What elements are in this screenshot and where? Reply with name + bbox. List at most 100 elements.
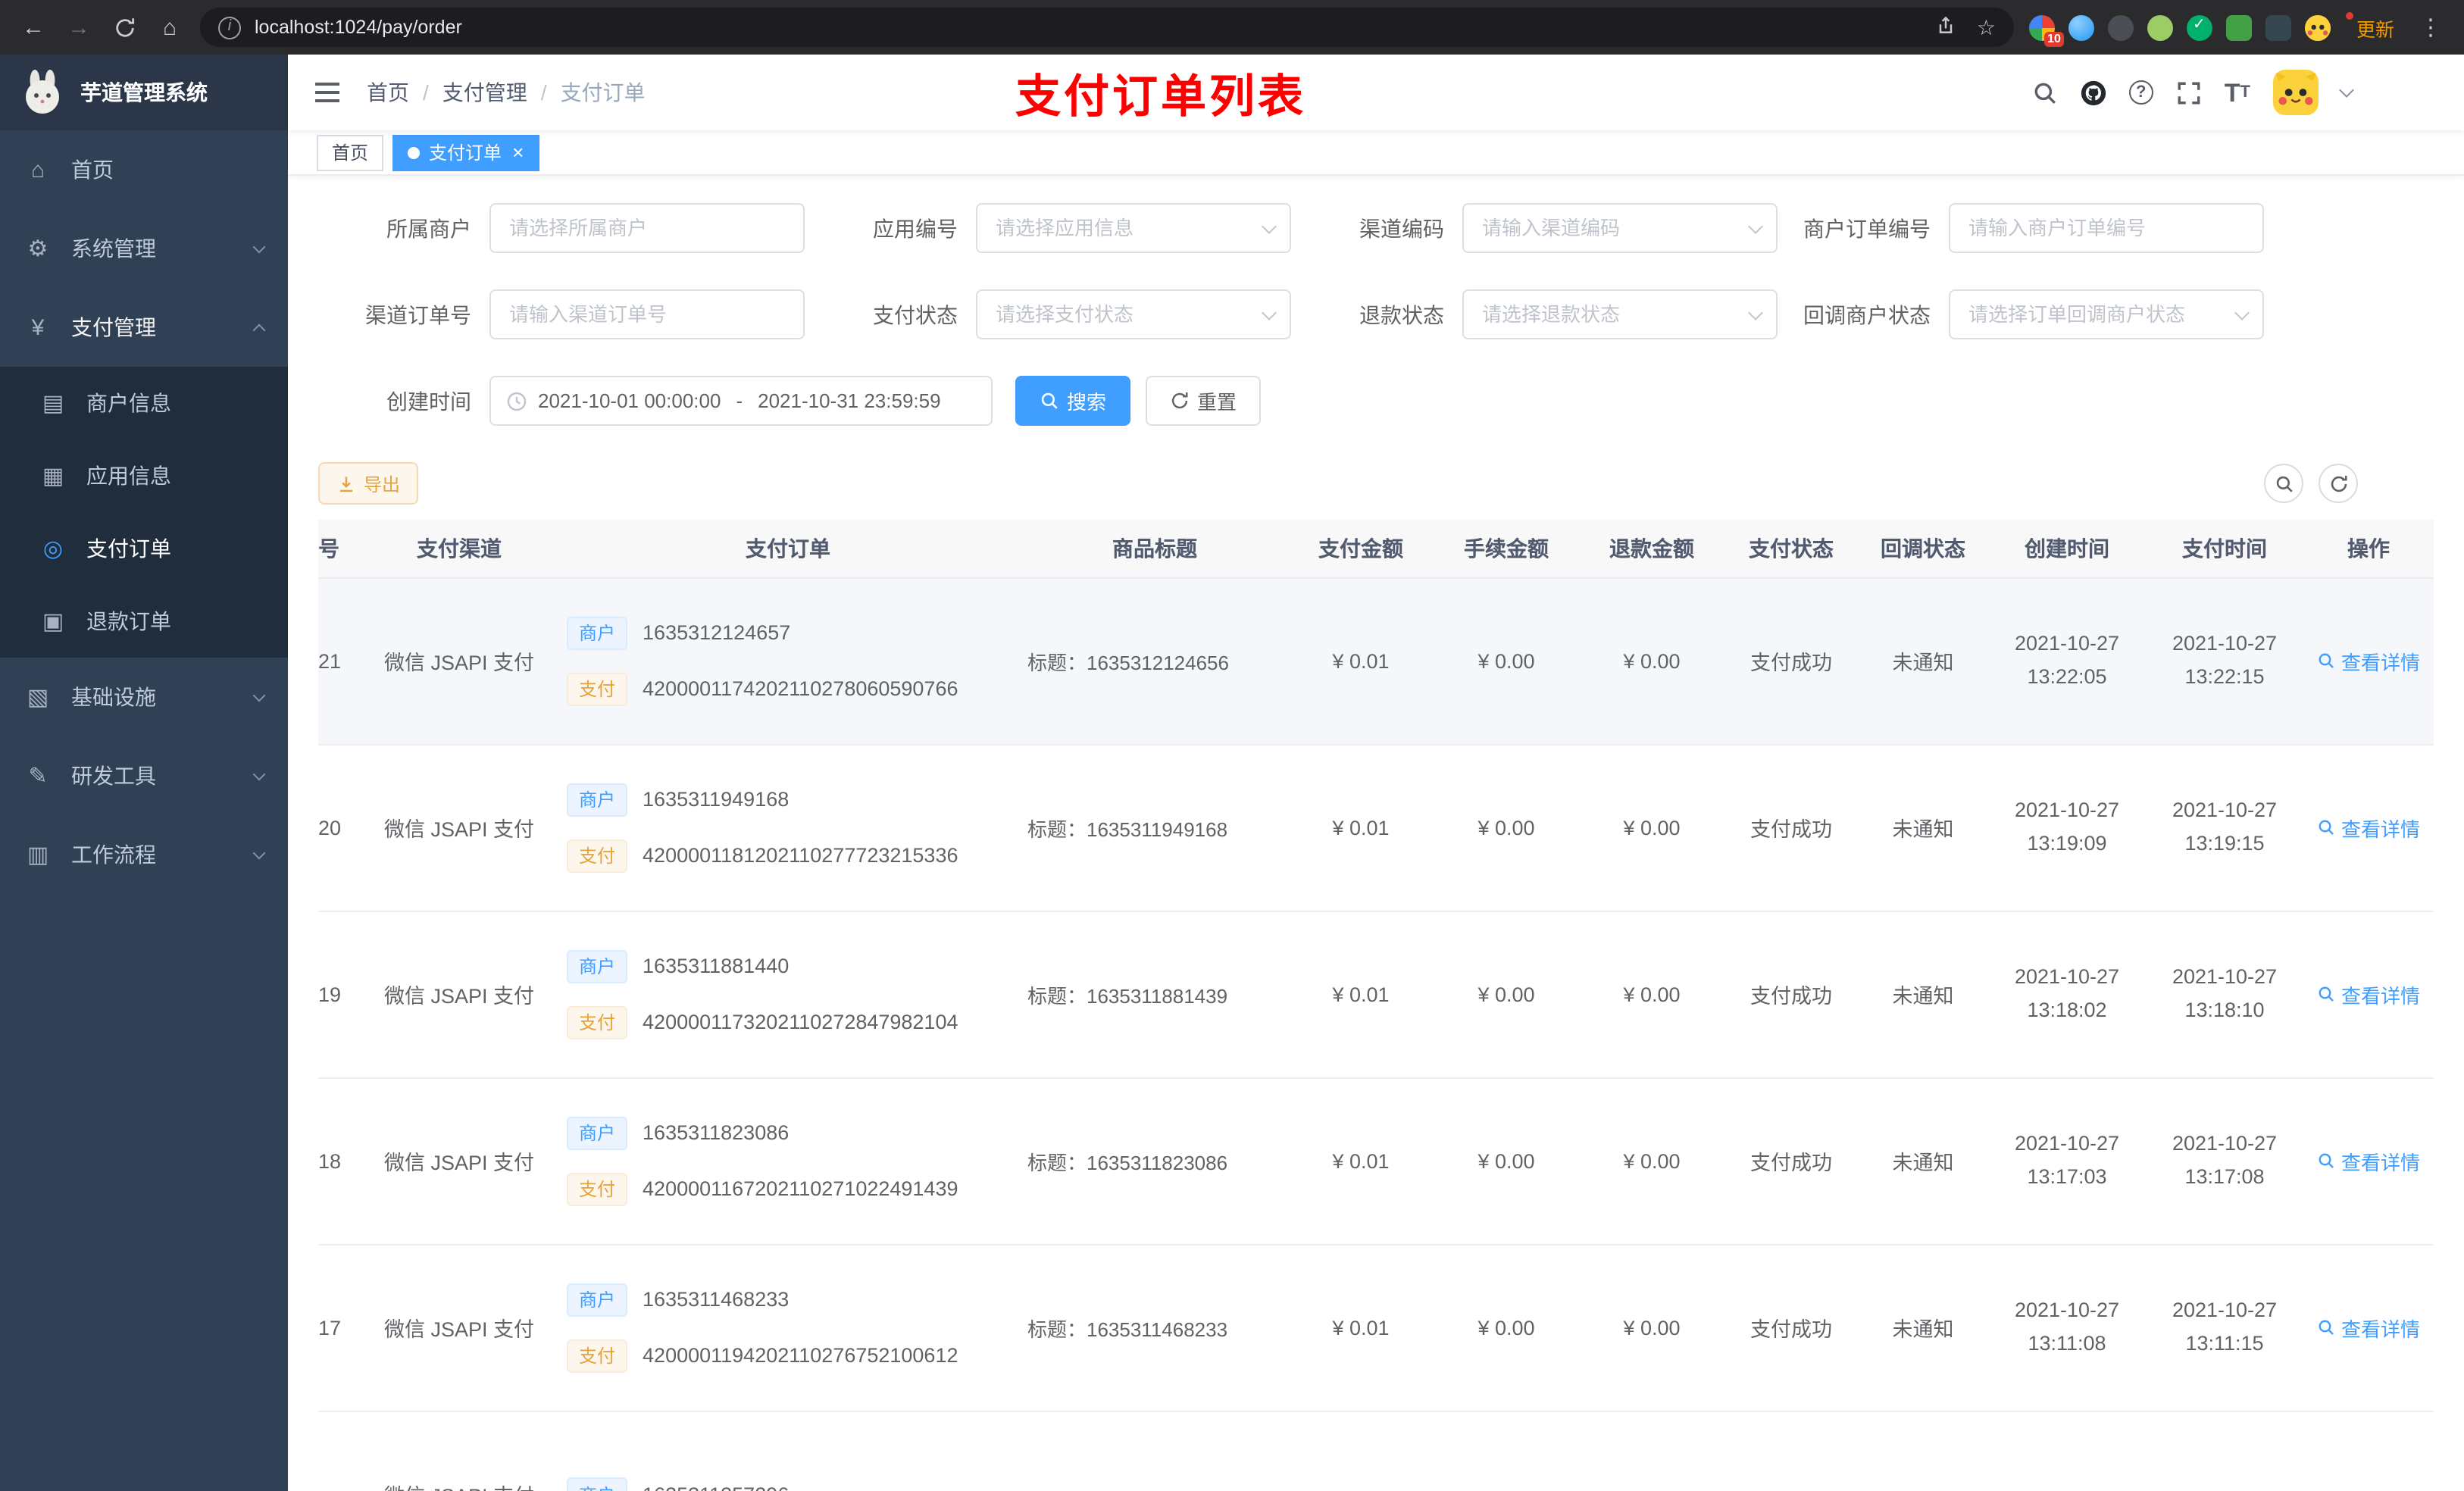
sidebar-item-支付订单[interactable]: ◎ 支付订单 xyxy=(0,512,288,585)
create-time xyxy=(1988,1411,2146,1491)
merchant-tag: 商户 xyxy=(567,616,628,649)
sidebar-item-研发工具[interactable]: ✎ 研发工具 xyxy=(0,736,288,815)
update-button[interactable]: 更新 xyxy=(2345,10,2400,45)
sidebar-item-应用信息[interactable]: ▦ 应用信息 xyxy=(0,439,288,512)
chevron-down-icon xyxy=(252,846,266,859)
filter-select xyxy=(1462,203,1778,253)
view-detail-link[interactable]: 查看详情 xyxy=(2317,1146,2420,1175)
page-content: 所属商户应用编号渠道编码商户订单编号 渠道订单号支付状态退款状态回调商户状态 创… xyxy=(288,176,2464,1491)
notify-status xyxy=(1858,1411,1988,1491)
browser-chrome: ← → ⌂ i localhost:1024/pay/order ☆ 10 ✓ … xyxy=(0,0,2464,55)
extension-icon[interactable] xyxy=(2107,14,2134,40)
forward-button[interactable]: → xyxy=(64,16,94,39)
extension-icon[interactable]: 10 xyxy=(2028,14,2064,46)
extension-icon[interactable] xyxy=(2186,14,2212,40)
sidebar-item-支付管理[interactable]: ¥ 支付管理 xyxy=(0,288,288,367)
hamburger-icon[interactable] xyxy=(312,77,342,108)
refresh-button[interactable] xyxy=(109,16,139,39)
pikachu-extension-icon[interactable] xyxy=(2304,14,2331,40)
sidebar-item-退款订单[interactable]: ▣ 退款订单 xyxy=(0,585,288,658)
sidebar-item-基础设施[interactable]: ▧ 基础设施 xyxy=(0,658,288,736)
table-row: 18 微信 JSAPI 支付 商户 1635311823086 支付 4200001167… xyxy=(318,1077,2434,1245)
extension-icon[interactable] xyxy=(2225,14,2252,40)
date-range-input[interactable]: 2021-10-01 00:00:00 - 2021-10-31 23:59:5… xyxy=(489,376,993,426)
user-avatar[interactable] xyxy=(2273,70,2319,115)
filter-input xyxy=(489,289,805,339)
sidebar-item-系统管理[interactable]: ⚙ 系统管理 xyxy=(0,209,288,288)
close-icon[interactable]: × xyxy=(512,142,524,162)
orders-table: 编号支付渠道支付订单商品标题支付金额手续金额退款金额支付状态回调状态创建时间支付… xyxy=(318,520,2434,1491)
sidebar-item-label: 应用信息 xyxy=(86,464,171,488)
column-header: 退款金额 xyxy=(1579,520,1724,578)
app-logo[interactable]: 芋道管理系统 xyxy=(0,55,288,130)
sidebar-item-工作流程[interactable]: ▥ 工作流程 xyxy=(0,815,288,894)
filter-label: 应用编号 xyxy=(873,216,958,240)
sidebar-item-label: 首页 xyxy=(71,158,114,182)
order-id: 20 xyxy=(318,744,364,911)
search-button[interactable]: 搜索 xyxy=(1015,376,1131,426)
browser-menu-icon[interactable]: ⋮ xyxy=(2416,16,2446,39)
tab-active[interactable]: 支付订单 × xyxy=(392,134,539,170)
select-input[interactable] xyxy=(1462,203,1778,253)
info-icon[interactable]: i xyxy=(218,16,241,39)
pay-tag: 支付 xyxy=(567,1172,628,1205)
select-input[interactable] xyxy=(976,203,1291,253)
bookmark-star-icon[interactable]: ☆ xyxy=(1977,14,1996,40)
filter-row: 渠道订单号 支付状态 退款状态 回调商户状态 xyxy=(318,289,2434,339)
text-input[interactable] xyxy=(489,203,805,253)
pay-status xyxy=(1724,1411,1858,1491)
app-title: 芋道管理系统 xyxy=(80,80,208,105)
address-bar[interactable]: i localhost:1024/pay/order ☆ xyxy=(200,8,2014,47)
url-text: localhost:1024/pay/order xyxy=(255,17,462,38)
create-time-field: 创建时间 2021-10-01 00:00:00 - 2021-10-31 23… xyxy=(318,376,993,426)
sidebar-item-商户信息[interactable]: ▤ 商户信息 xyxy=(0,367,288,439)
help-icon[interactable]: ? xyxy=(2128,80,2153,105)
channel-order-no: 4200001194202110276752100612 xyxy=(643,1344,958,1367)
pay-amount: ¥ 0.01 xyxy=(1288,1244,1434,1411)
actions-cell xyxy=(2303,1411,2434,1491)
github-icon[interactable] xyxy=(2081,80,2106,105)
view-detail-link[interactable]: 查看详情 xyxy=(2317,1313,2420,1342)
select-input[interactable] xyxy=(976,289,1291,339)
tab-item[interactable]: 首页 xyxy=(317,134,384,170)
reset-button[interactable]: 重置 xyxy=(1146,376,1262,426)
fee-amount: ¥ 0.00 xyxy=(1434,1077,1579,1245)
tabs-bar: 首页 支付订单 × xyxy=(288,130,2464,176)
pay-status: 支付成功 xyxy=(1724,744,1858,911)
column-header: 回调状态 xyxy=(1858,520,1988,578)
table-row: 17 微信 JSAPI 支付 商户 1635311468233 支付 4200001194… xyxy=(318,1244,2434,1411)
extension-icon[interactable] xyxy=(2147,14,2173,40)
export-button[interactable]: 导出 xyxy=(318,462,419,505)
refund-order-icon: ▣ xyxy=(42,609,64,635)
pay-order-icon: ◎ xyxy=(42,536,64,562)
view-detail-link[interactable]: 查看详情 xyxy=(2317,813,2420,842)
merchant-tag: 商户 xyxy=(567,1477,628,1491)
fullscreen-icon[interactable] xyxy=(2176,80,2202,105)
refresh-table-button[interactable] xyxy=(2319,464,2358,503)
breadcrumb-item[interactable]: 支付管理 xyxy=(442,77,527,108)
back-button[interactable]: ← xyxy=(18,16,48,39)
select-input[interactable] xyxy=(1462,289,1778,339)
filter-field: 所属商户 xyxy=(318,203,805,253)
extension-icon[interactable] xyxy=(2068,14,2094,40)
search-icon[interactable] xyxy=(2032,80,2058,105)
browser-window: ← → ⌂ i localhost:1024/pay/order ☆ 10 ✓ … xyxy=(0,0,2464,1491)
view-detail-link[interactable]: 查看详情 xyxy=(2317,980,2420,1008)
sidebar-item-label: 基础设施 xyxy=(71,685,156,709)
sidebar-item-首页[interactable]: ⌂ 首页 xyxy=(0,130,288,209)
logo-avatar xyxy=(26,70,59,114)
font-size-icon[interactable]: TT xyxy=(2225,80,2250,105)
home-button[interactable]: ⌂ xyxy=(155,16,185,39)
text-input[interactable] xyxy=(489,289,805,339)
merchant-info-icon: ▤ xyxy=(42,391,64,417)
chevron-down-icon[interactable] xyxy=(2339,83,2354,98)
view-detail-link[interactable]: 查看详情 xyxy=(2317,646,2420,675)
extension-puzzle-icon[interactable] xyxy=(2265,14,2291,40)
share-icon[interactable] xyxy=(1936,14,1957,40)
text-input[interactable] xyxy=(1949,203,2264,253)
pay-channel: 微信 JSAPI 支付 xyxy=(364,577,555,745)
sidebar-item-label: 系统管理 xyxy=(71,236,156,261)
select-input[interactable] xyxy=(1949,289,2264,339)
toggle-search-button[interactable] xyxy=(2264,464,2303,503)
breadcrumb-item[interactable]: 首页 xyxy=(367,77,409,108)
